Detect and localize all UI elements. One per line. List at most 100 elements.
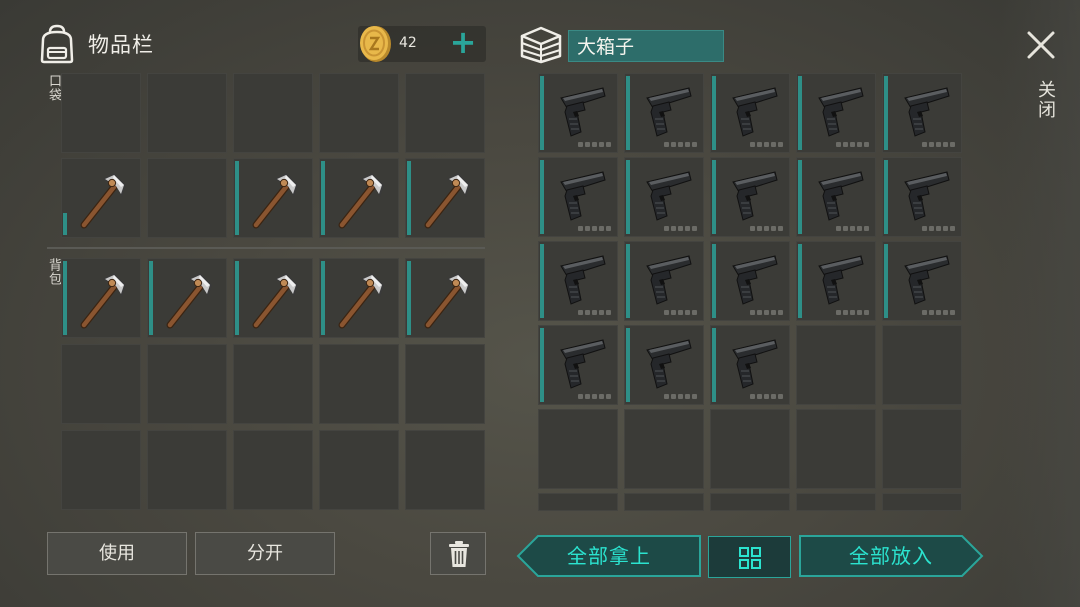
close-icon[interactable] (1024, 28, 1058, 62)
empty-slot[interactable] (61, 430, 141, 510)
pistol-slot[interactable] (882, 241, 962, 321)
pistol-slot[interactable] (624, 157, 704, 237)
ammo-dots (750, 226, 783, 231)
pickaxe-slot[interactable] (405, 258, 485, 338)
ammo-dot (692, 394, 697, 399)
empty-slot[interactable] (538, 409, 618, 489)
empty-slot[interactable] (405, 73, 485, 153)
empty-slot[interactable] (61, 344, 141, 424)
pickaxe-slot[interactable] (61, 158, 141, 238)
pistol-icon (818, 255, 864, 305)
ammo-dot (599, 142, 604, 147)
pistol-slot[interactable] (710, 325, 790, 405)
empty-slot[interactable] (319, 344, 399, 424)
pickaxe-icon (424, 273, 470, 329)
pistol-slot[interactable] (538, 325, 618, 405)
empty-slot[interactable] (710, 409, 790, 489)
ammo-dot (685, 310, 690, 315)
pickaxe-slot[interactable] (233, 158, 313, 238)
pickaxe-slot[interactable] (405, 158, 485, 238)
empty-slot[interactable] (796, 493, 876, 511)
empty-slot[interactable] (538, 493, 618, 511)
ammo-dot (671, 310, 676, 315)
ammo-dots (578, 226, 611, 231)
empty-slot[interactable] (61, 73, 141, 153)
empty-slot[interactable] (882, 409, 962, 489)
ammo-dot (836, 310, 841, 315)
pistol-icon (818, 87, 864, 137)
ammo-dot (778, 142, 783, 147)
empty-slot[interactable] (319, 73, 399, 153)
pickaxe-slot[interactable] (147, 258, 227, 338)
ammo-dot (664, 226, 669, 231)
empty-slot[interactable] (147, 430, 227, 510)
ammo-dot (678, 394, 683, 399)
pistol-slot[interactable] (538, 157, 618, 237)
pistol-slot[interactable] (882, 157, 962, 237)
pistol-slot[interactable] (538, 73, 618, 153)
empty-slot[interactable] (624, 493, 704, 511)
pistol-icon (560, 87, 606, 137)
take-all-button[interactable]: 全部拿上 (516, 534, 702, 578)
pistol-slot[interactable] (624, 73, 704, 153)
pistol-icon (560, 255, 606, 305)
pistol-slot[interactable] (710, 241, 790, 321)
empty-slot[interactable] (624, 409, 704, 489)
pistol-icon (646, 171, 692, 221)
empty-slot[interactable] (405, 344, 485, 424)
ammo-dot (664, 310, 669, 315)
ammo-dot (764, 310, 769, 315)
pistol-slot[interactable] (624, 241, 704, 321)
ammo-dot (929, 226, 934, 231)
ammo-dot (836, 226, 841, 231)
add-coins-button[interactable]: + (448, 26, 478, 59)
pickaxe-slot[interactable] (319, 258, 399, 338)
close-button-label[interactable]: 关闭 (1032, 80, 1058, 120)
pistol-slot[interactable] (882, 73, 962, 153)
ammo-dot (671, 394, 676, 399)
ammo-dot (857, 142, 862, 147)
empty-slot[interactable] (147, 158, 227, 238)
ammo-dot (750, 142, 755, 147)
ammo-dot (606, 394, 611, 399)
pickaxe-slot[interactable] (319, 158, 399, 238)
pickaxe-slot[interactable] (61, 258, 141, 338)
pistol-icon (732, 171, 778, 221)
trash-icon (449, 541, 469, 567)
pistol-icon (732, 255, 778, 305)
empty-slot[interactable] (233, 430, 313, 510)
empty-slot[interactable] (882, 325, 962, 405)
pistol-slot[interactable] (796, 73, 876, 153)
pocket-backpack-divider (47, 247, 485, 249)
empty-slot[interactable] (233, 344, 313, 424)
pistol-slot[interactable] (624, 325, 704, 405)
ammo-dot (757, 142, 762, 147)
ammo-dots (750, 310, 783, 315)
pistol-slot[interactable] (796, 241, 876, 321)
ammo-dots (836, 310, 869, 315)
empty-slot[interactable] (147, 344, 227, 424)
put-all-button[interactable]: 全部放入 (798, 534, 984, 578)
empty-slot[interactable] (319, 430, 399, 510)
empty-slot[interactable] (405, 430, 485, 510)
pickaxe-icon (338, 173, 384, 229)
split-button[interactable]: 分开 (195, 532, 335, 575)
ammo-dot (950, 142, 955, 147)
empty-slot[interactable] (882, 493, 962, 511)
durability-bar (321, 261, 325, 335)
pistol-slot[interactable] (710, 157, 790, 237)
grid-view-button[interactable] (708, 536, 791, 578)
use-button[interactable]: 使用 (47, 532, 187, 575)
pistol-slot[interactable] (796, 157, 876, 237)
empty-slot[interactable] (233, 73, 313, 153)
ammo-dots (750, 394, 783, 399)
pistol-slot[interactable] (710, 73, 790, 153)
trash-button[interactable] (430, 532, 486, 575)
ammo-dot (950, 310, 955, 315)
pickaxe-slot[interactable] (233, 258, 313, 338)
empty-slot[interactable] (710, 493, 790, 511)
pistol-slot[interactable] (538, 241, 618, 321)
empty-slot[interactable] (796, 409, 876, 489)
empty-slot[interactable] (796, 325, 876, 405)
empty-slot[interactable] (147, 73, 227, 153)
